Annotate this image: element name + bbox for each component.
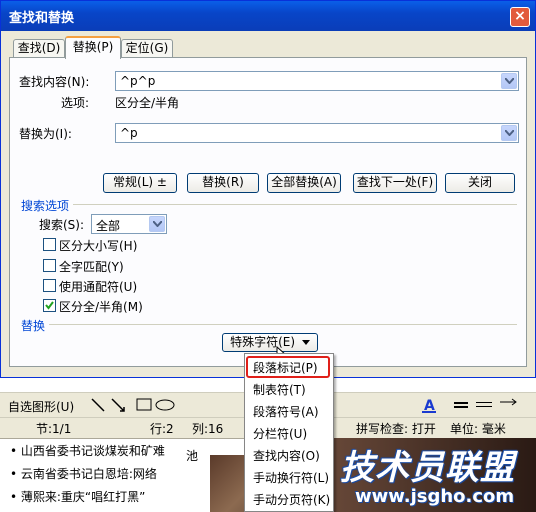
chevron-down-icon [505,130,514,136]
find-input-value: ^p^p [120,74,156,88]
replace-dropdown-arrow[interactable] [501,125,517,141]
match-case-label: 区分大小写(H) [59,239,138,253]
replace-button[interactable]: 替换(R) [187,173,259,193]
document-text: 池 [186,449,199,463]
tab-goto[interactable]: 定位(G) [121,39,173,58]
line-style-icons[interactable]: A [420,396,530,414]
close-dialog-button[interactable]: 关闭 [445,173,515,193]
find-next-button[interactable]: 查找下一处(F) [353,173,437,193]
replace-all-button[interactable]: 全部替换(A) [267,173,341,193]
status-column: 列:16 [192,422,224,436]
highlight-box [246,356,330,378]
status-section: 节:1/1 [36,422,72,436]
close-button[interactable]: × [510,7,530,27]
search-label: 搜索(S): [39,218,85,232]
menu-item-manual-page-break[interactable]: 手动分页符(K) [253,491,330,508]
find-dropdown-arrow[interactable] [501,73,517,89]
search-direction-arrow[interactable] [149,216,165,232]
rect-oval-icon[interactable] [136,398,176,412]
dialog-title: 查找和替换 [9,11,75,26]
width-checkbox[interactable] [43,299,56,312]
menu-item-column-break[interactable]: 分栏符(U) [253,425,307,442]
search-direction-value: 全部 [96,219,121,233]
whole-word-checkbox[interactable] [43,259,56,272]
title-bar[interactable]: 查找和替换 × [1,1,535,31]
find-label: 查找内容(N): [19,75,90,89]
menu-item-tab[interactable]: 制表符(T) [253,381,306,398]
search-options-title: 搜索选项 [21,199,70,213]
find-input[interactable]: ^p^p [115,71,519,91]
search-options-divider [73,204,517,205]
replace-input[interactable]: ^p [115,123,519,143]
chevron-down-icon [153,221,162,227]
menu-item-manual-line-break[interactable]: 手动换行符(L) [253,469,329,486]
news-item[interactable]: • 薄熙来:重庆“唱红打黑” [10,488,145,505]
watermark-logo: 技术员联盟 [340,448,515,488]
autoshape-menu[interactable]: 自选图形(U) [8,398,74,415]
line-arrow-icon[interactable] [90,397,130,413]
replace-label: 替换为(I): [19,127,72,141]
status-spelling: 拼写检查: 打开 [356,422,436,436]
find-replace-dialog: 查找和替换 × 查找(D) 替换(P) 定位(G) 查找内容(N): ^p^p … [0,0,536,378]
news-item[interactable]: • 山西省委书记谈煤炭和矿难 [10,442,165,459]
replace-input-value: ^p [120,126,138,140]
options-value: 区分全/半角 [115,96,180,110]
status-unit: 单位: 毫米 [450,422,506,436]
status-line: 行:2 [150,422,174,436]
width-label: 区分全/半角(M) [59,300,143,314]
tab-replace[interactable]: 替换(P) [65,36,121,59]
replace-section-title: 替换 [21,319,46,333]
tab-find[interactable]: 查找(D) [13,39,65,58]
options-label: 选项: [61,96,90,110]
watermark-url: www.jsgho.com [355,486,515,507]
special-characters-button[interactable]: 特殊字符(E) [222,333,318,352]
match-case-checkbox[interactable] [43,238,56,251]
chevron-down-icon [505,78,514,84]
normal-button[interactable]: 常规(L) ± [103,173,177,193]
wildcards-checkbox[interactable] [43,279,56,292]
menu-item-find-content[interactable]: 查找内容(O) [253,447,320,464]
search-direction-select[interactable]: 全部 [91,214,167,234]
news-item[interactable]: • 云南省委书记白恩培:网络 [10,465,157,482]
checkmark-icon [45,301,54,310]
replace-section-divider [49,324,517,325]
whole-word-label: 全字匹配(Y) [59,260,124,274]
triangle-down-icon [301,340,310,345]
wildcards-label: 使用通配符(U) [59,280,138,294]
menu-item-paragraph-symbol[interactable]: 段落符号(A) [253,403,319,420]
